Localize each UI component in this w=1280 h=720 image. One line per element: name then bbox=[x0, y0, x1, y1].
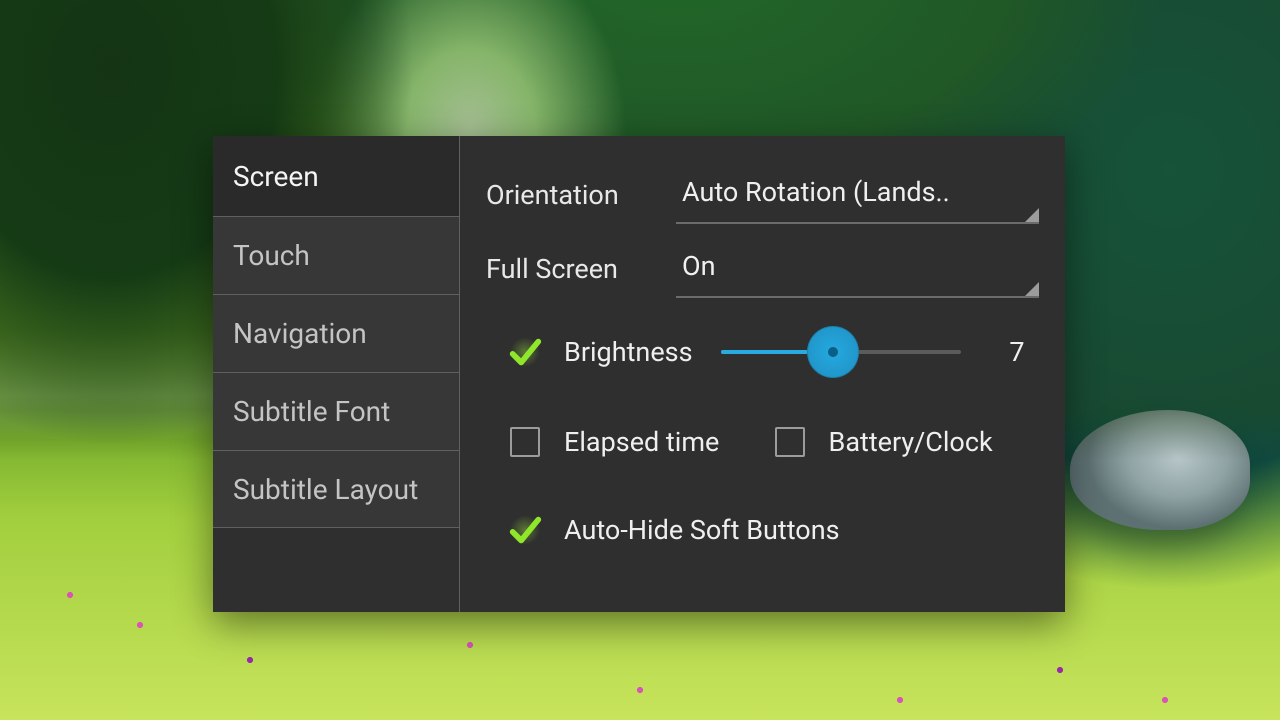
check-icon bbox=[506, 511, 544, 549]
sidebar-item-label: Subtitle Font bbox=[233, 395, 390, 428]
autohide-row: Auto-Hide Soft Buttons bbox=[486, 486, 1039, 574]
brightness-slider[interactable] bbox=[721, 350, 961, 354]
fullscreen-dropdown[interactable]: On bbox=[676, 240, 1039, 298]
orientation-dropdown[interactable]: Auto Rotation (Lands.. bbox=[676, 166, 1039, 224]
sidebar-item-subtitle-font[interactable]: Subtitle Font bbox=[213, 372, 459, 450]
settings-sidebar: Screen Touch Navigation Subtitle Font Su… bbox=[213, 136, 460, 612]
orientation-row: Orientation Auto Rotation (Lands.. bbox=[486, 158, 1039, 232]
brightness-checkbox[interactable] bbox=[510, 337, 540, 367]
orientation-label: Orientation bbox=[486, 179, 676, 211]
sidebar-item-touch[interactable]: Touch bbox=[213, 216, 459, 294]
elapsed-pair: Elapsed time bbox=[510, 426, 775, 458]
sidebar-item-screen[interactable]: Screen bbox=[213, 136, 459, 216]
fullscreen-value: On bbox=[682, 250, 716, 282]
sidebar-item-navigation[interactable]: Navigation bbox=[213, 294, 459, 372]
settings-panel: Screen Touch Navigation Subtitle Font Su… bbox=[213, 136, 1065, 612]
fullscreen-label: Full Screen bbox=[486, 253, 676, 285]
brightness-value: 7 bbox=[977, 336, 1025, 368]
brightness-label: Brightness bbox=[564, 336, 693, 368]
battery-label: Battery/Clock bbox=[829, 426, 993, 458]
elapsed-checkbox[interactable] bbox=[510, 427, 540, 457]
fullscreen-row: Full Screen On bbox=[486, 232, 1039, 306]
elapsed-battery-row: Elapsed time Battery/Clock bbox=[486, 398, 1039, 486]
sidebar-item-label: Subtitle Layout bbox=[233, 473, 418, 506]
sidebar-item-label: Navigation bbox=[233, 317, 367, 350]
check-icon bbox=[506, 333, 544, 371]
settings-content: Orientation Auto Rotation (Lands.. Full … bbox=[460, 136, 1065, 612]
autohide-checkbox[interactable] bbox=[510, 515, 540, 545]
autohide-label: Auto-Hide Soft Buttons bbox=[564, 514, 840, 546]
sidebar-item-label: Touch bbox=[233, 239, 310, 272]
brightness-row: Brightness 7 bbox=[486, 306, 1039, 398]
brightness-slider-wrap: 7 bbox=[721, 336, 1039, 368]
sidebar-item-subtitle-layout[interactable]: Subtitle Layout bbox=[213, 450, 459, 528]
battery-checkbox[interactable] bbox=[775, 427, 805, 457]
elapsed-label: Elapsed time bbox=[564, 426, 719, 458]
orientation-value: Auto Rotation (Lands.. bbox=[682, 176, 950, 208]
brightness-slider-thumb[interactable] bbox=[807, 326, 859, 378]
sidebar-item-label: Screen bbox=[233, 160, 319, 193]
battery-pair: Battery/Clock bbox=[775, 426, 1040, 458]
